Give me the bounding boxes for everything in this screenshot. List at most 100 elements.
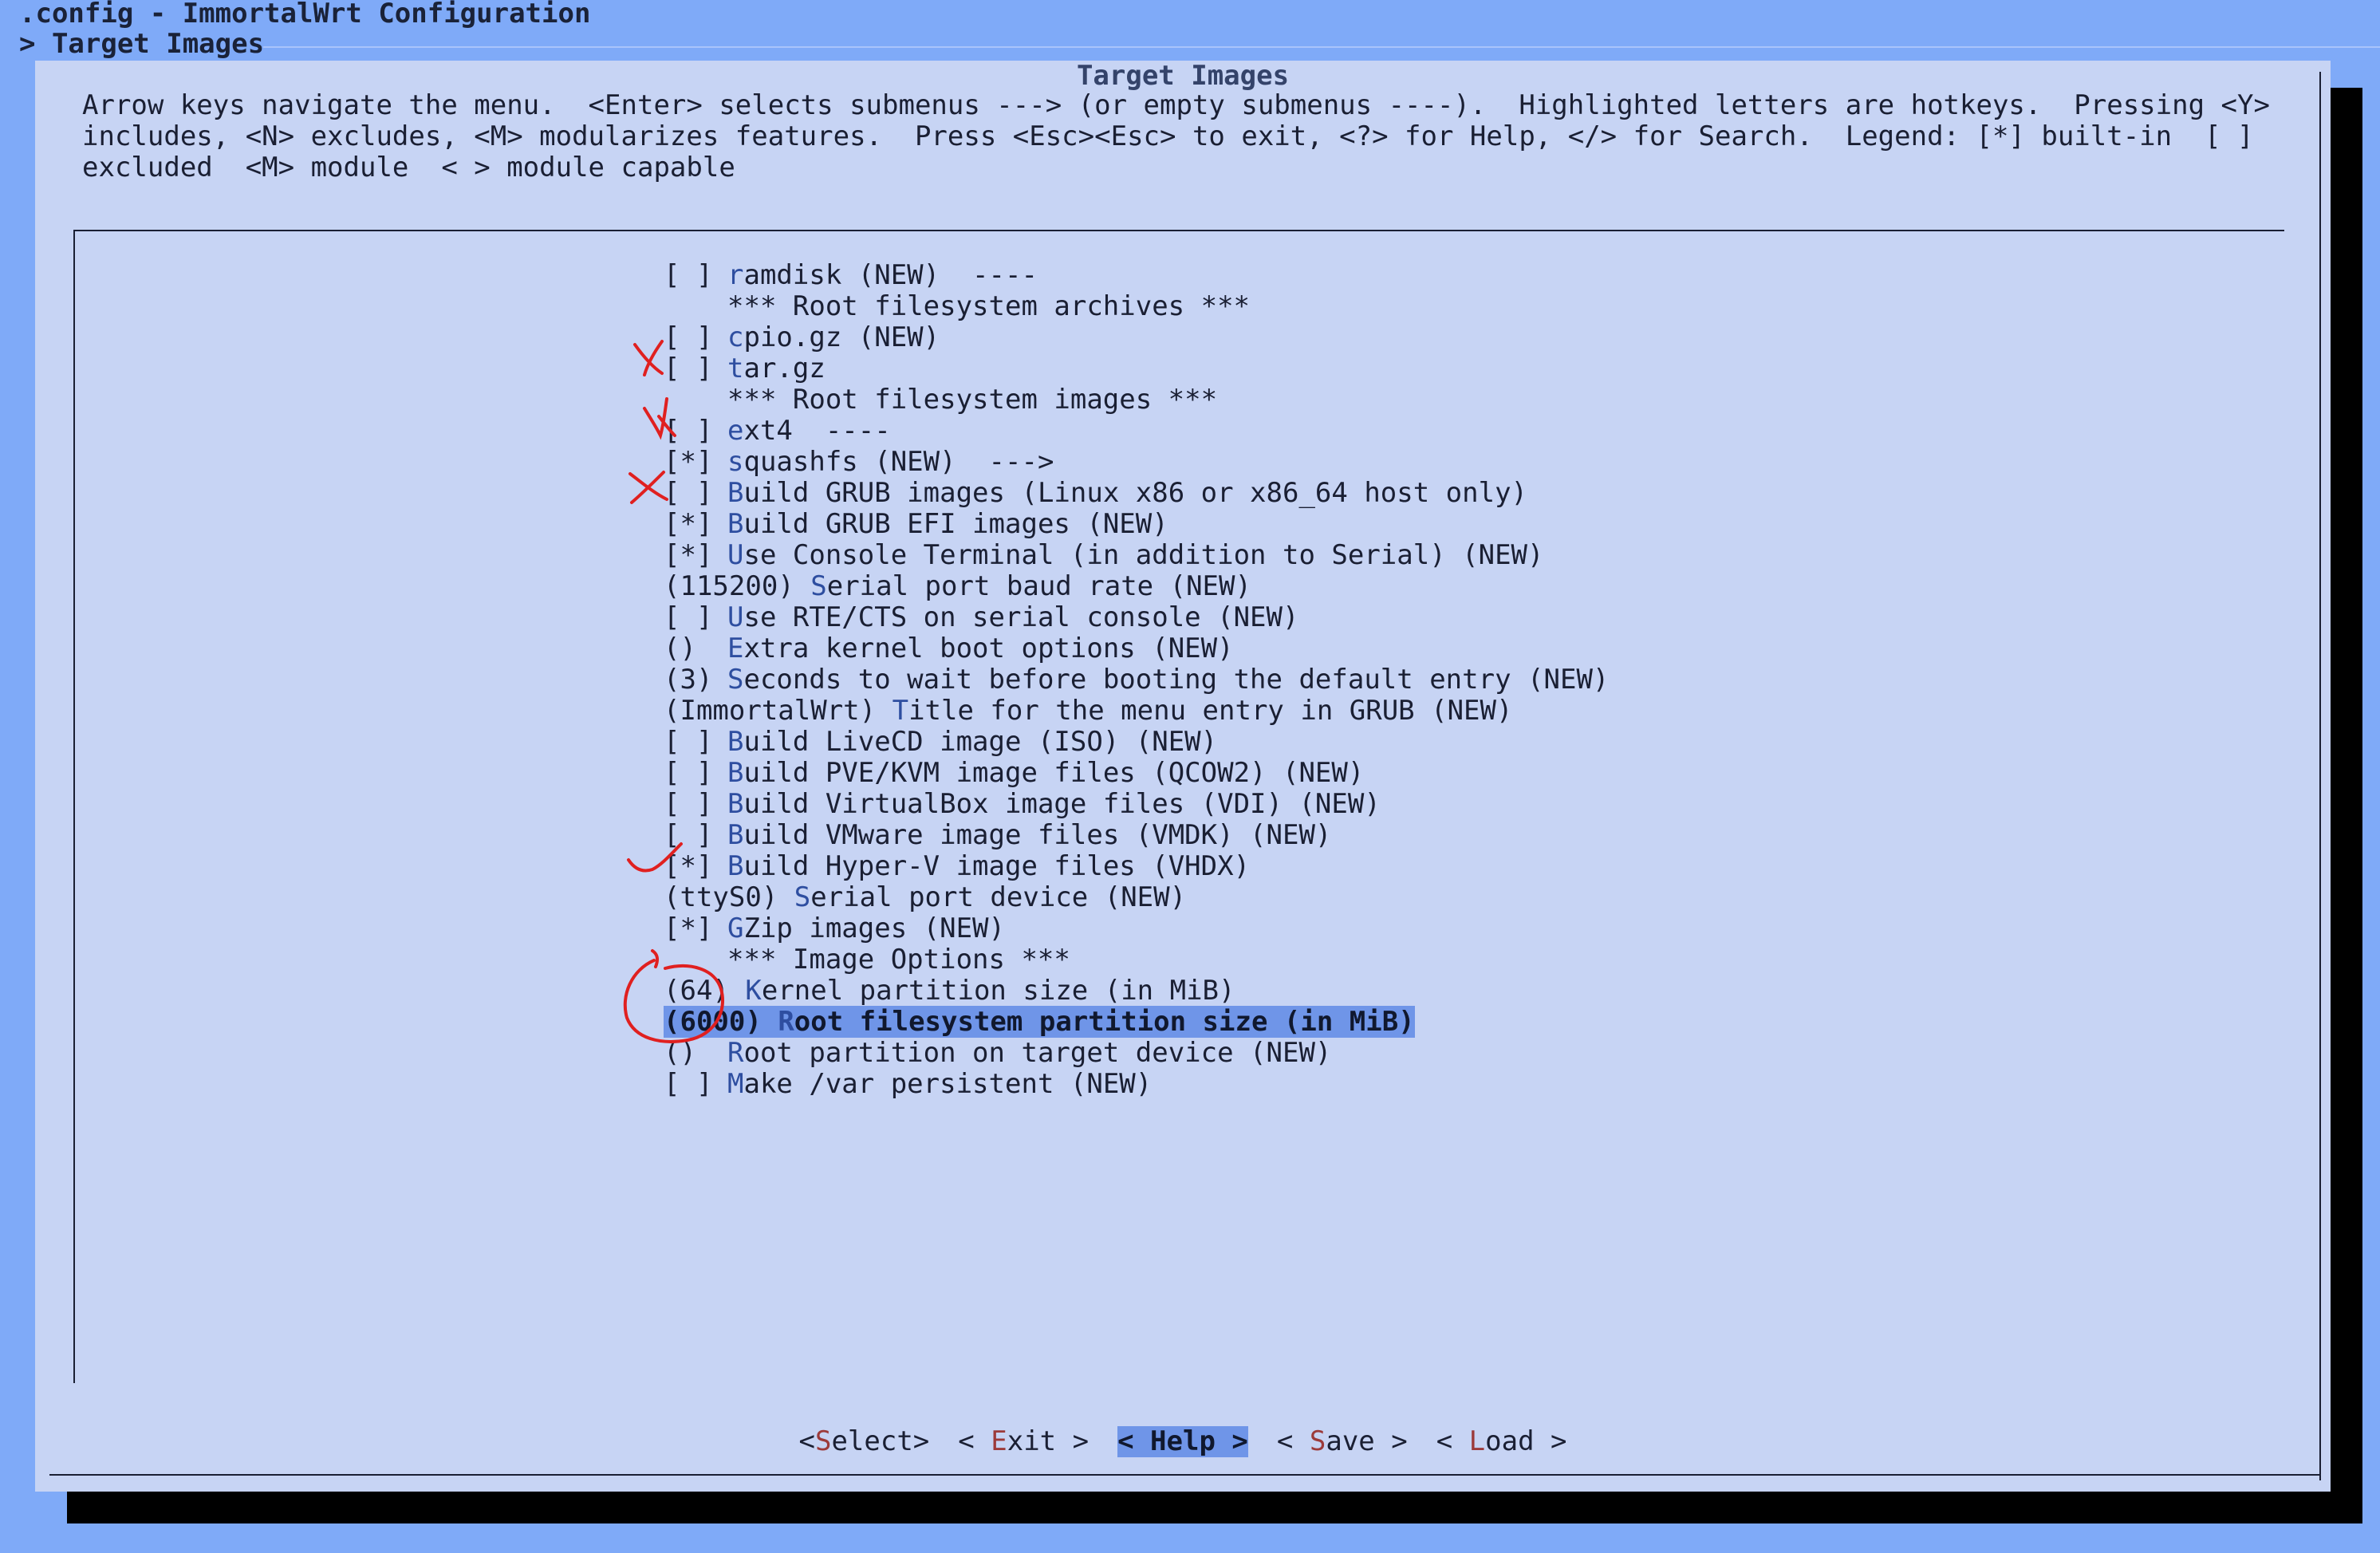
menu-item[interactable]: (64) Kernel partition size (in MiB) xyxy=(664,976,1609,1007)
menu-item[interactable]: (ttyS0) Serial port device (NEW) xyxy=(664,882,1609,913)
menu-item-body: [ ] Use RTE/CTS on serial console (NEW) xyxy=(664,601,1298,633)
menu-item-body: [*] squashfs (NEW) ---> xyxy=(664,446,1054,478)
menu-item-hotkey: S xyxy=(794,881,811,913)
menu-item[interactable]: [ ] Build PVE/KVM image files (QCOW2) (NE… xyxy=(664,758,1609,789)
menu-item-body: [*] Use Console Terminal (in addition to … xyxy=(664,539,1544,571)
button-rest: ave xyxy=(1326,1425,1375,1457)
menu-item[interactable]: *** Root filesystem archives *** xyxy=(664,291,1609,322)
menu-item[interactable]: [ ] Build LiveCD image (ISO) (NEW) xyxy=(664,727,1609,758)
menu-item[interactable]: [ ] ramdisk (NEW) ---- xyxy=(664,260,1609,291)
menu-item[interactable]: [ ] Build GRUB images (Linux x86 or x86_6… xyxy=(664,478,1609,509)
menu-item-hotkey: R xyxy=(727,1037,744,1069)
menu-item[interactable]: [ ] Make /var persistent (NEW) xyxy=(664,1069,1609,1100)
menu-item-prefix: [*] xyxy=(664,912,713,944)
menu-item[interactable]: [*] squashfs (NEW) ---> xyxy=(664,447,1609,478)
menu-item[interactable]: [ ] ext4 ---- xyxy=(664,416,1609,447)
menu-item-hotkey: E xyxy=(727,633,744,664)
button-select[interactable]: <Select> xyxy=(798,1426,929,1457)
button-right: > xyxy=(1534,1425,1567,1457)
menu-item-label: econds to wait before booting the defaul… xyxy=(743,664,1610,696)
menu-item-body: [ ] Build LiveCD image (ISO) (NEW) xyxy=(664,726,1217,758)
menu-item-prefix: [ ] xyxy=(664,819,713,851)
menu-item-prefix: (ttyS0) xyxy=(664,881,778,913)
button-left: < xyxy=(1276,1425,1310,1457)
menu-item-prefix: [ ] xyxy=(664,321,713,353)
button-hotkey: S xyxy=(1309,1425,1326,1457)
dialog-title: Target Images xyxy=(1076,60,1290,92)
menu-item-body: [ ] Build GRUB images (Linux x86 or x86_6… xyxy=(664,477,1527,509)
menu-item[interactable]: () Root partition on target device (NEW) xyxy=(664,1038,1609,1069)
menu-item-body: () Root partition on target device (NEW) xyxy=(664,1037,1331,1069)
menu-item-body: [ ] tar.gz xyxy=(664,353,826,384)
button-load[interactable]: < Load > xyxy=(1436,1426,1567,1457)
menu-item-hotkey: R xyxy=(778,1006,794,1038)
menu-item[interactable]: (115200) Serial port baud rate (NEW) xyxy=(664,571,1609,602)
menu-item[interactable]: *** Root filesystem images *** xyxy=(664,384,1609,416)
breadcrumb: > Target Images xyxy=(19,28,265,60)
menu-item[interactable]: (ImmortalWrt) Title for the menu entry i… xyxy=(664,696,1609,727)
menu-item[interactable]: (6000) Root filesystem partition size (i… xyxy=(664,1006,1609,1038)
menu-item-hotkey: S xyxy=(810,570,827,602)
menu-item-prefix: [ ] xyxy=(664,477,713,509)
menu-item-hotkey: S xyxy=(727,664,744,696)
menu-item[interactable]: *** Image Options *** xyxy=(664,944,1609,976)
menu-item-hotkey: G xyxy=(727,912,744,944)
menu-item-hotkey: K xyxy=(745,975,762,1007)
menu-item[interactable]: [ ] Build VMware image files (VMDK) (NEW) xyxy=(664,820,1609,851)
menu-item[interactable]: () Extra kernel boot options (NEW) xyxy=(664,633,1609,664)
menu-box: [ ] ramdisk (NEW) ---- *** Root filesystem… xyxy=(73,230,2284,1383)
menu-item[interactable]: [ ] tar.gz xyxy=(664,353,1609,384)
menu-list: [ ] ramdisk (NEW) ---- *** Root filesystem… xyxy=(664,260,1609,1100)
menu-item-hotkey: s xyxy=(727,446,744,478)
menu-item-label: *** Root filesystem images *** xyxy=(727,384,1218,416)
menu-item[interactable]: [*] GZip images (NEW) xyxy=(664,913,1609,944)
button-bar: <Select> < Exit > < Help > < Save > < Load > xyxy=(35,1426,2331,1457)
help-text-line: includes, <N> excludes, <M> modularizes … xyxy=(82,120,2254,152)
breadcrumb-rule xyxy=(263,46,2380,48)
menu-item-hotkey: B xyxy=(727,850,744,882)
button-right: > xyxy=(1215,1425,1248,1457)
menu-item-body: [ ] Build VirtualBox image files (VDI) (N… xyxy=(664,788,1381,820)
menu-item[interactable]: [ ] Build VirtualBox image files (VDI) (N… xyxy=(664,789,1609,820)
menu-item-prefix: (ImmortalWrt) xyxy=(664,695,877,727)
menu-item-prefix: [ ] xyxy=(664,601,713,633)
menu-item[interactable]: [ ] Use RTE/CTS on serial console (NEW) xyxy=(664,602,1609,633)
menu-item-prefix: [*] xyxy=(664,539,713,571)
menu-item-body: *** Root filesystem images *** xyxy=(664,384,1217,416)
button-left: < xyxy=(798,1425,815,1457)
menu-item-label: se Console Terminal (in addition to Seri… xyxy=(743,539,1544,571)
menu-item-body: [*] Build Hyper-V image files (VHDX) xyxy=(664,850,1250,882)
menu-item[interactable]: [*] Build Hyper-V image files (VHDX) xyxy=(664,851,1609,882)
menu-item-hotkey: B xyxy=(727,819,744,851)
menu-item-label: uild GRUB EFI images (NEW) xyxy=(743,508,1168,540)
dialog-right-edge xyxy=(2319,72,2321,1480)
dialog-bottom-edge xyxy=(49,1474,2321,1476)
help-text-line: excluded <M> module < > module capable xyxy=(82,152,735,183)
menu-item[interactable]: (3) Seconds to wait before booting the de… xyxy=(664,664,1609,696)
menu-item-prefix: [*] xyxy=(664,508,713,540)
menu-item-label: ar.gz xyxy=(743,353,826,384)
menu-item-label: ake /var persistent (NEW) xyxy=(743,1068,1153,1100)
menu-item-prefix: [ ] xyxy=(664,353,713,384)
menu-item-hotkey: T xyxy=(892,695,909,727)
config-dialog: Target Images Arrow keys navigate the me… xyxy=(35,61,2331,1492)
menu-item-label: uild VirtualBox image files (VDI) (NEW) xyxy=(743,788,1381,820)
button-help[interactable]: < Help > xyxy=(1117,1426,1248,1457)
menu-item[interactable]: [*] Use Console Terminal (in addition to … xyxy=(664,540,1609,571)
menu-item-hotkey: B xyxy=(727,477,744,509)
button-save[interactable]: < Save > xyxy=(1277,1426,1408,1457)
menu-item-prefix: [*] xyxy=(664,446,713,478)
menu-item[interactable]: [*] Build GRUB EFI images (NEW) xyxy=(664,509,1609,540)
button-exit[interactable]: < Exit > xyxy=(958,1426,1089,1457)
button-rest: elect xyxy=(831,1425,913,1457)
menu-item-body: [ ] Build PVE/KVM image files (QCOW2) (NE… xyxy=(664,757,1364,789)
menu-item-label: oot partition on target device (NEW) xyxy=(743,1037,1332,1069)
menu-item[interactable]: [ ] cpio.gz (NEW) xyxy=(664,322,1609,353)
menu-item-body: [ ] ramdisk (NEW) ---- xyxy=(664,259,1038,291)
menu-item-prefix: [*] xyxy=(664,850,713,882)
menu-item-prefix: [ ] xyxy=(664,757,713,789)
menu-item-body: (ttyS0) Serial port device (NEW) xyxy=(664,881,1186,913)
menu-item-label: uild LiveCD image (ISO) (NEW) xyxy=(743,726,1218,758)
menu-item-label: erial port baud rate (NEW) xyxy=(826,570,1251,602)
dialog-shadow-right xyxy=(2331,88,2362,1523)
